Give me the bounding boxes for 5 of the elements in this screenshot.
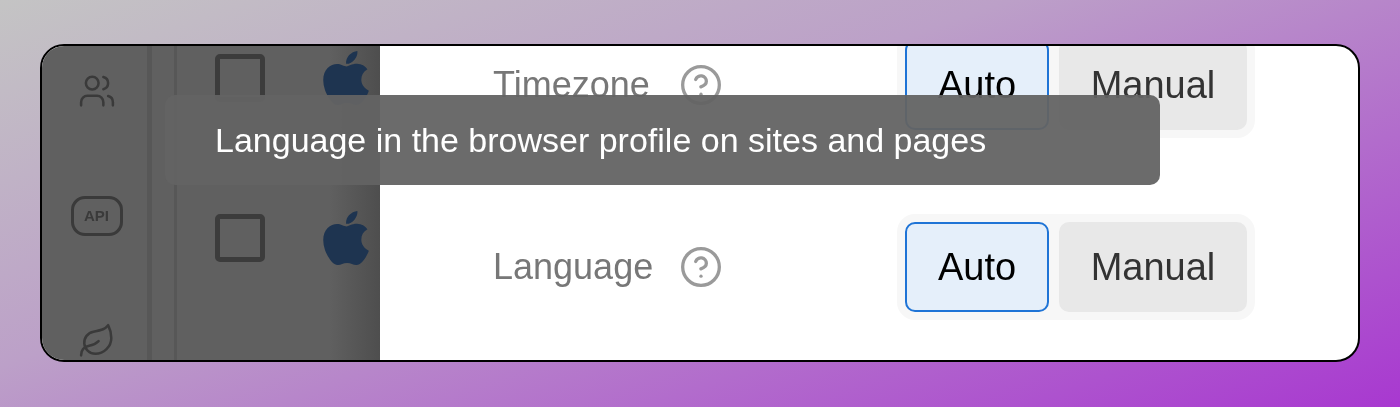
segment-option[interactable]: Auto: [905, 222, 1049, 312]
setting-label: Language: [493, 245, 655, 289]
segment-option[interactable]: Manual: [1059, 222, 1247, 312]
help-icon[interactable]: [679, 245, 723, 289]
checkbox[interactable]: [215, 214, 265, 262]
